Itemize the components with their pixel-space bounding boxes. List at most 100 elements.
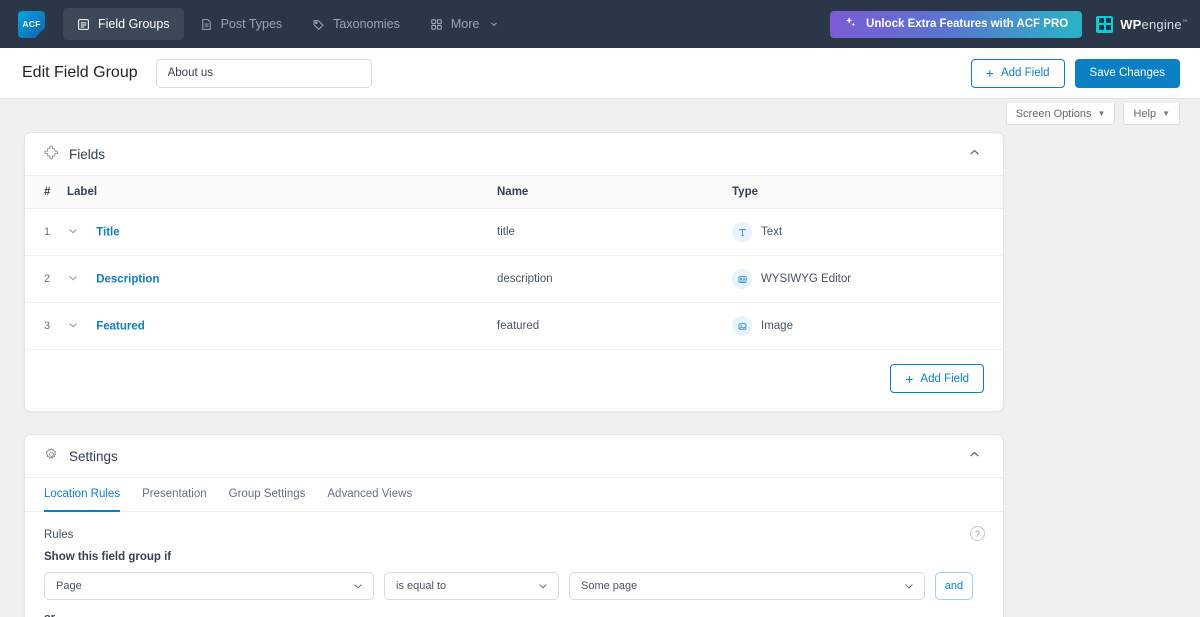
column-header-type: Type — [732, 176, 1003, 209]
nav-item-field-groups[interactable]: Field Groups — [63, 8, 184, 40]
page-title: Edit Field Group — [22, 64, 138, 81]
add-field-label: Add Field — [920, 372, 969, 385]
edit-field-group-header: Edit Field Group + Add Field Save Change… — [0, 48, 1200, 99]
chevron-down-icon — [354, 584, 362, 589]
fields-panel-footer: + Add Field — [25, 350, 1003, 411]
field-type-label: WYSIWYG Editor — [761, 273, 852, 285]
field-order: 3 — [44, 320, 51, 332]
column-header-label: Label — [67, 176, 497, 209]
tab-advanced-views[interactable]: Advanced Views — [327, 478, 412, 512]
fields-panel-collapse-button[interactable] — [963, 143, 985, 165]
tab-location-rules[interactable]: Location Rules — [44, 478, 121, 512]
add-field-button-top[interactable]: + Add Field — [970, 58, 1065, 88]
field-name-cell: description — [497, 255, 732, 303]
field-label-link[interactable]: Title — [96, 226, 119, 238]
chevron-up-icon — [968, 146, 981, 162]
field-expand-toggle[interactable] — [67, 225, 79, 240]
settings-panel-collapse-button[interactable] — [963, 445, 985, 467]
nav-item-post-types[interactable]: Post Types — [186, 8, 297, 40]
save-changes-button[interactable]: Save Changes — [1074, 58, 1180, 88]
sparkle-icon — [844, 16, 857, 32]
header-actions: + Add Field Save Changes — [970, 58, 1180, 88]
field-name-cell: featured — [497, 302, 732, 350]
settings-panel-title: Settings — [69, 448, 118, 464]
chevron-down-icon — [905, 584, 913, 589]
screen-options-button[interactable]: Screen Options ▼ — [1005, 103, 1116, 125]
help-circle-icon[interactable]: ? — [970, 526, 985, 541]
image-field-icon — [732, 316, 752, 336]
screen-meta-bar: Screen Options ▼ Help ▼ — [0, 99, 1200, 132]
unlock-acf-pro-label: Unlock Extra Features with ACF PRO — [866, 18, 1069, 30]
acf-logo-text: ACF — [22, 19, 41, 29]
rule-operator-value: is equal to — [396, 580, 447, 592]
nav-item-label: Field Groups — [98, 17, 170, 31]
fields-table-head: # Label Name Type — [25, 176, 1003, 209]
field-label-link[interactable]: Featured — [96, 320, 145, 332]
grid-icon — [430, 18, 443, 31]
field-label-link[interactable]: Description — [96, 273, 159, 285]
gear-icon — [44, 447, 59, 465]
chevron-down-icon — [539, 584, 547, 589]
caret-down-icon: ▼ — [1162, 109, 1170, 118]
add-and-rule-button[interactable]: and — [935, 572, 973, 600]
rule-target-select[interactable]: Some page — [569, 572, 925, 600]
tab-group-settings[interactable]: Group Settings — [229, 478, 306, 512]
field-type-label: Image — [761, 320, 793, 332]
field-type-cell: WYSIWYG Editor — [732, 255, 1003, 303]
unlock-acf-pro-button[interactable]: Unlock Extra Features with ACF PRO — [830, 10, 1083, 38]
wpengine-grid-icon — [1096, 15, 1114, 33]
fields-table-header-row: # Label Name Type — [25, 176, 1003, 209]
acf-logo[interactable]: ACF — [18, 10, 45, 38]
or-label: or — [44, 612, 984, 617]
main-content: Fields # Label Name Type 1 Title title T… — [0, 132, 1200, 617]
help-button[interactable]: Help ▼ — [1123, 103, 1180, 125]
plus-icon: + — [905, 370, 914, 387]
fields-panel-title: Fields — [69, 146, 106, 162]
wpengine-logo-text: WPengine™ — [1120, 17, 1188, 32]
nav-item-more[interactable]: More — [416, 8, 513, 40]
acf-topbar: ACF Field Groups Post Types Taxonomies M… — [0, 0, 1200, 48]
field-expand-toggle[interactable] — [67, 272, 79, 287]
table-row[interactable]: 2 Description description WYSIWYG Editor — [25, 255, 1003, 303]
rule-operator-select[interactable]: is equal to — [384, 572, 559, 600]
wpengine-logo[interactable]: WPengine™ — [1096, 15, 1188, 33]
field-order-cell: 1 — [25, 208, 67, 256]
chevron-down-icon — [489, 19, 499, 29]
save-changes-label: Save Changes — [1089, 67, 1165, 79]
tab-presentation[interactable]: Presentation — [142, 478, 207, 512]
nav-item-taxonomies[interactable]: Taxonomies — [298, 8, 414, 40]
settings-tabs: Location Rules Presentation Group Settin… — [25, 478, 1003, 512]
field-expand-toggle[interactable] — [67, 319, 79, 334]
rule-param-select[interactable]: Page — [44, 572, 374, 600]
nav-item-label: Post Types — [220, 17, 283, 31]
rules-heading: Rules — [44, 529, 74, 541]
rule-target-value: Some page — [581, 580, 638, 592]
field-label-cell: Featured — [67, 302, 497, 350]
wpengine-engine: engine — [1141, 16, 1182, 32]
topbar-right: Unlock Extra Features with ACF PRO WPeng… — [830, 10, 1188, 38]
settings-panel-header: Settings — [25, 435, 1003, 478]
add-field-button-bottom[interactable]: + Add Field — [890, 364, 984, 393]
list-document-icon — [77, 18, 90, 31]
rule-param-value: Page — [56, 580, 82, 592]
help-label: Help — [1133, 107, 1157, 120]
primary-nav: Field Groups Post Types Taxonomies More — [63, 8, 513, 40]
settings-panel: Settings Location Rules Presentation Gro… — [24, 434, 1004, 617]
field-order: 1 — [44, 226, 51, 238]
screen-options-label: Screen Options — [1015, 107, 1092, 120]
column-header-order: # — [25, 176, 67, 209]
tag-icon — [312, 18, 325, 31]
chevron-up-icon — [968, 448, 981, 464]
fields-table: # Label Name Type 1 Title title Text 2 D… — [25, 176, 1003, 350]
wpengine-tm: ™ — [1181, 19, 1188, 26]
fields-panel-title-group: Fields — [44, 145, 105, 163]
field-name-cell: title — [497, 208, 732, 256]
caret-down-icon: ▼ — [1097, 109, 1106, 118]
table-row[interactable]: 3 Featured featured Image — [25, 302, 1003, 350]
column-header-name: Name — [497, 176, 732, 209]
field-label-cell: Title — [67, 208, 497, 256]
rules-subheading: Show this field group if — [44, 551, 172, 563]
puzzle-piece-icon — [44, 145, 59, 163]
field-group-title-input[interactable] — [155, 58, 372, 88]
table-row[interactable]: 1 Title title Text — [25, 208, 1003, 256]
